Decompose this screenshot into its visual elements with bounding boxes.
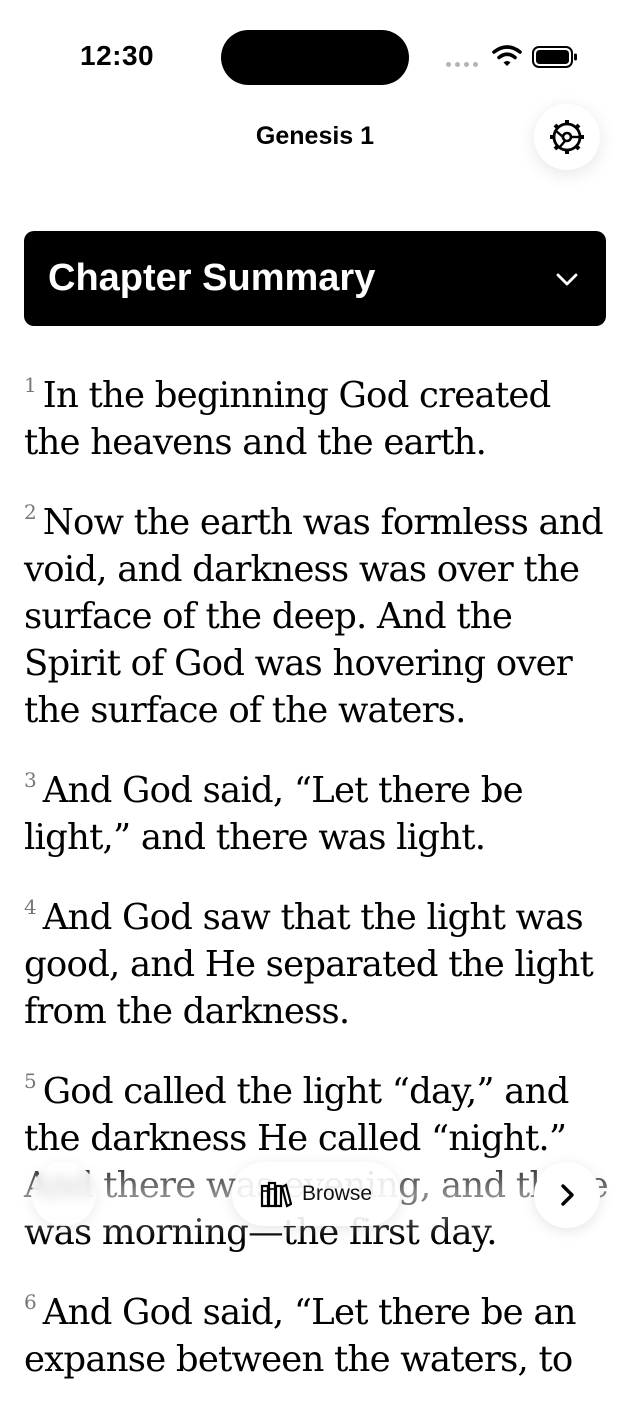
- verse[interactable]: 6 And God said, “Let there be an expanse …: [24, 1279, 614, 1383]
- verse-text: And God said, “Let there be an expanse b…: [24, 1292, 577, 1380]
- verse-number: 1: [24, 373, 37, 397]
- verse[interactable]: 2 Now the earth was formless and void, an…: [24, 489, 614, 734]
- browse-button[interactable]: Browse: [232, 1162, 400, 1226]
- verse-number: 6: [24, 1290, 37, 1314]
- chevron-right-icon: [561, 1184, 574, 1206]
- verse[interactable]: 3 And God said, “Let there be light,” and…: [24, 757, 614, 861]
- cellular-signal-icon: [446, 62, 478, 67]
- verse[interactable]: 4 And God saw that the light was good, an…: [24, 884, 614, 1035]
- verse-number: 3: [24, 768, 37, 792]
- settings-button[interactable]: [534, 104, 600, 170]
- verse-text: Now the earth was formless and void, and…: [24, 502, 604, 731]
- chevron-down-icon: [556, 273, 578, 285]
- wifi-icon: [492, 45, 522, 66]
- verse-number: 4: [24, 895, 37, 919]
- status-bar: 12:30: [0, 0, 630, 100]
- verse-text: And God saw that the light was good, and…: [24, 897, 594, 1032]
- next-chapter-button[interactable]: [534, 1162, 600, 1228]
- verse[interactable]: 1 In the beginning God created the heaven…: [24, 362, 614, 466]
- browse-label: Browse: [301, 1182, 373, 1205]
- battery-icon: [532, 46, 577, 68]
- verse-number: 2: [24, 500, 37, 524]
- dynamic-island: [221, 30, 409, 85]
- previous-chapter-button[interactable]: [32, 1162, 96, 1226]
- books-icon: [260, 1181, 292, 1208]
- verse-text: And God said, “Let there be light,” and …: [24, 770, 524, 858]
- verse-number: 5: [24, 1069, 37, 1093]
- verse-text: In the beginning God created the heavens…: [24, 375, 551, 463]
- chapter-summary-toggle[interactable]: Chapter Summary: [24, 231, 606, 326]
- status-time: 12:30: [80, 40, 155, 71]
- verse-list: 1 In the beginning God created the heaven…: [24, 362, 614, 1406]
- chapter-summary-title: Chapter Summary: [48, 257, 376, 299]
- gear-icon: [550, 120, 584, 154]
